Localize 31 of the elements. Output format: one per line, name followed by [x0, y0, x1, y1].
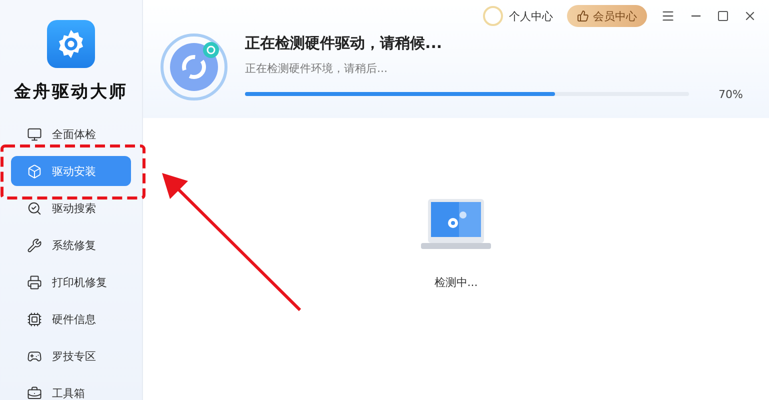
sidebar-item[interactable]: 工具箱	[11, 378, 131, 400]
sidebar-item[interactable]: 全面体检	[11, 119, 131, 149]
scanning-gear-icon	[159, 32, 229, 102]
nav-icon	[27, 126, 42, 142]
nav-icon	[27, 274, 42, 290]
sidebar-item[interactable]: 罗技专区	[11, 341, 131, 371]
maximize-button[interactable]	[717, 10, 729, 22]
status-text: 检测中...	[434, 274, 478, 290]
menu-button[interactable]	[661, 9, 675, 23]
nav-icon	[27, 312, 42, 326]
close-icon	[743, 9, 757, 23]
sidebar-item[interactable]: 打印机修复	[11, 267, 131, 297]
scan-subtitle: 正在检测硬件环境，请稍后...	[245, 60, 388, 76]
sidebar-item[interactable]: 驱动搜索	[11, 193, 131, 223]
sidebar-item[interactable]: 系统修复	[11, 230, 131, 260]
progress-percent: 70%	[718, 88, 743, 100]
nav-icon	[27, 164, 42, 178]
user-center-link[interactable]: 个人中心	[483, 6, 553, 26]
scan-title: 正在检测硬件驱动，请稍候...	[245, 34, 444, 52]
close-button[interactable]	[743, 9, 757, 23]
app-title: 金舟驱动大师	[14, 81, 128, 103]
thumbs-up-icon	[577, 10, 589, 22]
vip-button[interactable]: 会员中心	[567, 5, 647, 27]
menu-icon	[661, 9, 675, 23]
nav-icon	[27, 200, 42, 216]
nav-icon	[27, 348, 42, 364]
sidebar-item[interactable]: 硬件信息	[11, 304, 131, 334]
avatar-icon	[483, 6, 503, 26]
nav-icon	[27, 238, 42, 252]
nav-icon	[27, 386, 42, 400]
maximize-icon	[717, 10, 729, 22]
